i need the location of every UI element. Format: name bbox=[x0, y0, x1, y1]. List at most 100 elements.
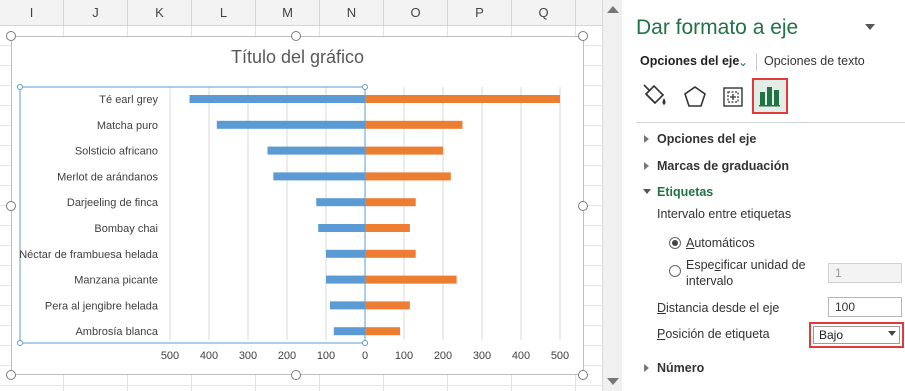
expand-arrow-icon[interactable] bbox=[644, 364, 649, 372]
bar-series-2 bbox=[365, 198, 416, 207]
scroll-up-icon[interactable] bbox=[607, 6, 619, 13]
category-label: Pera al jengibre helada bbox=[45, 300, 159, 312]
bar-series-2 bbox=[365, 327, 401, 336]
expand-arrow-icon[interactable] bbox=[644, 162, 649, 170]
radio-automatic[interactable] bbox=[669, 237, 681, 249]
fill-line-icon[interactable] bbox=[640, 82, 670, 112]
bar-series-1 bbox=[267, 146, 365, 155]
bar-series-2 bbox=[365, 275, 457, 284]
chevron-down-icon[interactable]: ⌄ bbox=[738, 55, 748, 69]
bar-series-1 bbox=[329, 301, 365, 310]
category-label: Té earl grey bbox=[99, 94, 158, 106]
section-tick-marks[interactable]: Marcas de graduación bbox=[657, 159, 789, 173]
vertical-scrollbar[interactable] bbox=[602, 0, 622, 391]
section-number[interactable]: Número bbox=[657, 361, 704, 375]
grid-row-line bbox=[0, 385, 602, 386]
bar-series-2 bbox=[365, 224, 410, 232]
tick-label: 500 bbox=[551, 350, 569, 362]
bar-series-2 bbox=[365, 301, 410, 310]
column-header-i[interactable]: I bbox=[0, 0, 64, 26]
resize-handle-top-left[interactable] bbox=[6, 31, 16, 41]
plot-area[interactable]: Té earl grey Matcha puro Solsticio african… bbox=[12, 37, 585, 376]
column-headers: I J K L M N O P Q bbox=[0, 0, 602, 26]
tab-axis-options[interactable]: Opciones del eje bbox=[640, 54, 739, 68]
column-header-n[interactable]: N bbox=[320, 0, 384, 26]
plot-area-handle bbox=[362, 84, 368, 90]
plot-area-handle bbox=[17, 340, 23, 346]
section-axis-options[interactable]: Opciones del eje bbox=[657, 132, 756, 146]
plot-area-handle bbox=[17, 84, 23, 90]
resize-handle-bottom-right[interactable] bbox=[578, 370, 588, 380]
size-properties-icon[interactable] bbox=[718, 82, 748, 112]
resize-handle-top-right[interactable] bbox=[578, 31, 588, 41]
category-label: Néctar de frambuesa helada bbox=[19, 249, 159, 261]
bar-series-2 bbox=[365, 146, 443, 155]
interval-unit-input[interactable]: 1 bbox=[828, 263, 902, 283]
column-header-p[interactable]: P bbox=[448, 0, 512, 26]
category-label: Solsticio africano bbox=[75, 146, 158, 158]
category-label: Manzana picante bbox=[74, 275, 158, 287]
pane-divider bbox=[636, 122, 905, 123]
bar-series-2 bbox=[365, 95, 560, 103]
bar-series-2 bbox=[365, 172, 451, 181]
tick-label: 500 bbox=[161, 350, 179, 362]
pane-options-chevron-icon[interactable] bbox=[865, 24, 875, 30]
radio-specify-label-line2[interactable]: intervalo bbox=[686, 274, 733, 288]
tick-label: 300 bbox=[239, 350, 257, 362]
column-header-k[interactable]: K bbox=[128, 0, 192, 26]
tick-label: 100 bbox=[317, 350, 335, 362]
column-header-o[interactable]: O bbox=[384, 0, 448, 26]
collapse-arrow-icon[interactable] bbox=[643, 189, 651, 194]
tab-separator bbox=[756, 53, 757, 71]
radio-automatic-label[interactable]: Automáticos bbox=[686, 236, 755, 250]
radio-specify-interval[interactable] bbox=[669, 265, 681, 277]
category-label: Matcha puro bbox=[97, 120, 158, 132]
column-header-j[interactable]: J bbox=[64, 0, 128, 26]
interval-label: Intervalo entre etiquetas bbox=[657, 207, 792, 221]
bar-series-1 bbox=[318, 224, 365, 232]
bar-series-1 bbox=[216, 120, 365, 129]
resize-handle-top[interactable] bbox=[291, 31, 301, 41]
expand-arrow-icon[interactable] bbox=[644, 135, 649, 143]
tab-text-options[interactable]: Opciones de texto bbox=[764, 54, 865, 68]
dropdown-arrow-icon[interactable] bbox=[888, 331, 896, 336]
plot-area-handle bbox=[362, 340, 368, 346]
pane-title: Dar formato a eje bbox=[636, 16, 799, 39]
section-labels[interactable]: Etiquetas bbox=[657, 185, 713, 199]
distance-label: Distancia desde el eje bbox=[657, 301, 780, 315]
bar-series-1 bbox=[326, 249, 365, 258]
format-axis-pane: Dar formato a eje Opciones del eje ⌄ Opc… bbox=[622, 0, 905, 391]
axis-options-icon[interactable] bbox=[752, 78, 788, 114]
resize-handle-right[interactable] bbox=[578, 201, 588, 211]
radio-specify-label-line1[interactable]: Especificar unidad de bbox=[686, 258, 806, 272]
tick-label: 200 bbox=[278, 350, 296, 362]
tick-label: 0 bbox=[362, 350, 368, 362]
column-header-q[interactable]: Q bbox=[512, 0, 576, 26]
tick-label: 200 bbox=[434, 350, 452, 362]
bar-series-1 bbox=[189, 95, 365, 103]
scroll-down-icon[interactable] bbox=[607, 378, 619, 385]
column-header-m[interactable]: M bbox=[256, 0, 320, 26]
resize-handle-bottom[interactable] bbox=[291, 370, 301, 380]
label-position-select[interactable]: Bajo bbox=[813, 326, 900, 344]
effects-icon[interactable] bbox=[680, 82, 710, 112]
tick-label: 400 bbox=[512, 350, 530, 362]
resize-handle-bottom-left[interactable] bbox=[6, 370, 16, 380]
chart-area[interactable]: Título del gráfico Té earl grey Matcha pu… bbox=[11, 36, 584, 375]
bar-series-1 bbox=[316, 198, 365, 207]
bar-series-1 bbox=[326, 275, 365, 284]
tick-label: 100 bbox=[395, 350, 413, 362]
distance-input[interactable]: 100 bbox=[828, 297, 902, 317]
category-label: Darjeeling de finca bbox=[67, 197, 159, 209]
bar-series-1 bbox=[273, 172, 365, 181]
category-label: Merlot de arándanos bbox=[57, 171, 158, 183]
label-position-label: Posición de etiqueta bbox=[657, 327, 770, 341]
category-label: Bombay chai bbox=[94, 223, 158, 235]
resize-handle-left[interactable] bbox=[6, 201, 16, 211]
column-header-l[interactable]: L bbox=[192, 0, 256, 26]
category-label: Ambrosía blanca bbox=[75, 326, 158, 338]
bar-series-2 bbox=[365, 249, 416, 258]
bar-series-1 bbox=[333, 327, 365, 336]
tick-label: 400 bbox=[200, 350, 218, 362]
tick-label: 300 bbox=[473, 350, 491, 362]
